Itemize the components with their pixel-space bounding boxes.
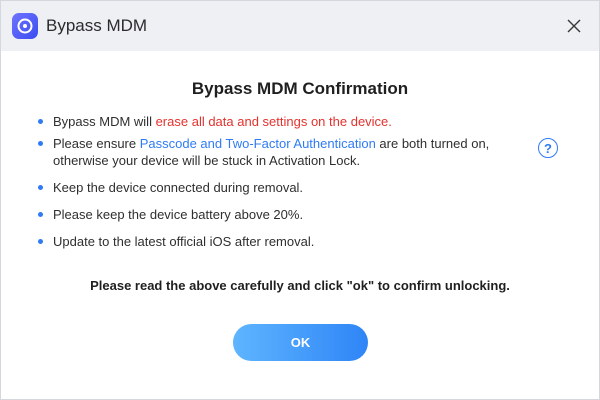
list-item: Please ensure Passcode and Two-Factor Au… (37, 135, 507, 169)
bullet-icon (38, 141, 43, 146)
item-warning-text: erase all data and settings on the devic… (155, 114, 392, 129)
warning-list: Bypass MDM will erase all data and setti… (37, 113, 507, 250)
bullet-icon (38, 239, 43, 244)
list-item: Update to the latest official iOS after … (37, 233, 507, 250)
help-icon[interactable]: ? (538, 138, 558, 158)
window-title: Bypass MDM (46, 16, 148, 35)
bullet-icon (38, 119, 43, 124)
item-text: Update to the latest official iOS after … (53, 234, 315, 249)
ok-button[interactable]: OK (233, 324, 368, 361)
bypass-mdm-dialog: Bypass MDM Bypass MDM Confirmation Bypas… (0, 0, 600, 400)
bullet-icon (38, 185, 43, 190)
item-text: Bypass MDM will (53, 114, 156, 129)
disc-icon (12, 13, 38, 39)
item-text: Please keep the device battery above 20%… (53, 207, 304, 222)
close-button[interactable] (561, 13, 587, 39)
item-text: Please ensure (53, 136, 140, 151)
list-item: Keep the device connected during removal… (37, 179, 507, 196)
bullet-icon (38, 212, 43, 217)
item-link-text: Passcode and Two-Factor Authentication (139, 136, 376, 151)
list-item: Please keep the device battery above 20%… (37, 206, 507, 223)
title-bar: Bypass MDM (1, 1, 599, 51)
confirm-notice: Please read the above carefully and clic… (90, 278, 510, 293)
close-icon (567, 19, 581, 33)
dialog-heading: Bypass MDM Confirmation (191, 79, 409, 98)
list-item: Bypass MDM will erase all data and setti… (37, 113, 507, 130)
item-text: Keep the device connected during removal… (53, 180, 304, 195)
